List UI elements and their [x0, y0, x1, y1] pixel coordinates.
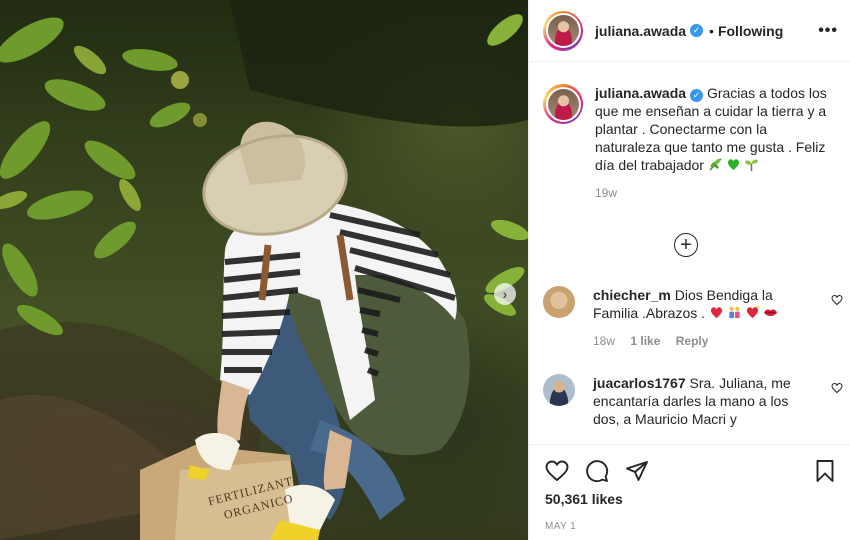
more-options-icon[interactable]: ••• [818, 22, 838, 40]
post-side-panel: juliana.awada ✓ • Following ••• juliana.… [528, 0, 850, 540]
verified-badge-icon: ✓ [690, 89, 704, 102]
commenter-avatar[interactable] [543, 286, 575, 318]
paper-plane-icon[interactable] [625, 459, 649, 483]
author-avatar[interactable] [543, 10, 583, 51]
post-actions-area: 50,361 likes MAY 1 [529, 444, 850, 540]
comment-username[interactable]: chiecher_m [593, 287, 671, 303]
caption-time[interactable]: 19w [595, 184, 835, 202]
bookmark-icon[interactable] [813, 459, 837, 483]
red-heart-emoji [710, 307, 723, 319]
photo-scene: FERTILIZANTE ORGANICO [0, 0, 528, 540]
comment-meta: 18w 1 like Reply [593, 332, 813, 350]
family-emoji [729, 306, 740, 319]
instagram-post: FERTILIZANTE ORGANICO › juliana.awada ✓ … [0, 0, 850, 540]
verified-badge-icon: ✓ [690, 24, 704, 37]
heart-icon[interactable] [831, 294, 843, 306]
comment-bubble-icon[interactable] [585, 459, 609, 483]
comment-item: juacarlos1767 Sra. Juliana, me encantarí… [543, 374, 843, 428]
comment-body: juacarlos1767 Sra. Juliana, me encantarí… [593, 374, 813, 428]
plus-circle-icon[interactable]: + [674, 233, 698, 257]
green-heart-emoji [727, 159, 739, 171]
post-caption: juliana.awada ✓ Gracias a todos los que m… [529, 62, 850, 202]
herb-emoji [709, 158, 722, 171]
heart-kiss-emoji [746, 305, 760, 319]
post-date[interactable]: MAY 1 [529, 507, 850, 532]
comment-likes[interactable]: 1 like [630, 334, 660, 348]
next-photo-button[interactable]: › [494, 283, 516, 305]
likes-count[interactable]: 50,361 likes [529, 485, 850, 507]
seedling-emoji [745, 159, 758, 172]
comments-section: juliana.awada ✓ Gracias a todos los que m… [529, 62, 850, 444]
heart-icon[interactable] [831, 382, 843, 394]
chevron-right-icon: › [502, 286, 508, 302]
following-button[interactable]: Following [718, 23, 783, 39]
caption-body: juliana.awada ✓ Gracias a todos los que m… [595, 84, 835, 202]
avatar-image [547, 88, 579, 120]
heart-icon[interactable] [545, 459, 569, 483]
comment-username[interactable]: juacarlos1767 [593, 375, 686, 391]
action-bar [529, 445, 850, 485]
separator-dot: • [709, 22, 714, 39]
comment-body: chiecher_m Dios Bendiga la Familia .Abra… [593, 286, 813, 350]
post-header: juliana.awada ✓ • Following ••• [529, 0, 850, 62]
reply-button[interactable]: Reply [676, 334, 709, 348]
lips-emoji [763, 309, 777, 317]
comment-time[interactable]: 18w [593, 334, 615, 348]
caption-username[interactable]: juliana.awada [595, 85, 686, 101]
comment-item: chiecher_m Dios Bendiga la Familia .Abra… [543, 286, 843, 350]
avatar-image [547, 15, 579, 46]
commenter-avatar[interactable] [543, 374, 575, 406]
post-photo[interactable]: FERTILIZANTE ORGANICO › [0, 0, 528, 540]
author-username[interactable]: juliana.awada [595, 23, 686, 39]
caption-avatar[interactable] [543, 84, 583, 124]
